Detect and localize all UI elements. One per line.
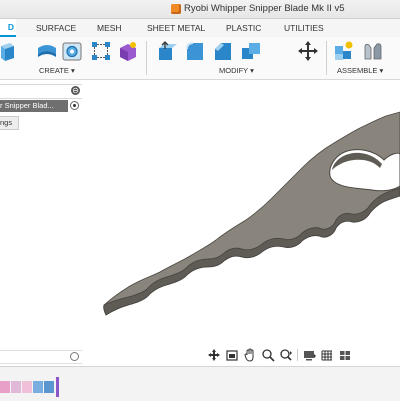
timeline <box>0 366 400 401</box>
tab-plastic[interactable]: PLASTIC <box>226 19 261 37</box>
pan-icon[interactable] <box>241 347 258 363</box>
display-settings-icon[interactable] <box>301 347 318 363</box>
browser-header <box>0 84 82 99</box>
timeline-sketch-icon[interactable] <box>0 381 10 393</box>
grid-settings-icon[interactable] <box>319 347 336 363</box>
look-at-icon[interactable] <box>223 347 240 363</box>
timeline-feature-icon[interactable] <box>44 381 54 393</box>
new-component-icon[interactable] <box>0 40 22 62</box>
joint-icon[interactable] <box>362 40 384 62</box>
active-document-radio[interactable] <box>70 101 79 110</box>
fillet-icon[interactable] <box>184 40 206 62</box>
toolbar: CREATE ▾ MODIFY ▾ ASSEMBLE ▾ <box>0 37 400 80</box>
press-pull-icon[interactable] <box>155 40 177 62</box>
title-bar: Ryobi Whipper Snipper Blade Mk II v5 <box>0 0 400 19</box>
blade-top-face <box>103 111 400 306</box>
zoom-icon[interactable] <box>259 347 276 363</box>
workspace-tabs: D SURFACE MESH SHEET METAL PLASTIC UTILI… <box>0 19 400 37</box>
move-copy-icon[interactable] <box>297 40 319 62</box>
tab-mesh[interactable]: MESH <box>97 19 122 37</box>
create-menu[interactable]: CREATE ▾ <box>39 66 75 75</box>
chamfer-icon[interactable] <box>212 40 234 62</box>
viewports-icon[interactable] <box>337 347 354 363</box>
timeline-sketch-icon[interactable] <box>22 381 32 393</box>
revolve-icon[interactable] <box>61 40 83 62</box>
orbit-icon[interactable] <box>205 347 222 363</box>
toolbar-divider <box>326 41 327 75</box>
design-canvas[interactable] <box>0 80 400 348</box>
toolbar-divider <box>146 41 147 75</box>
browser-settings-item[interactable]: ngs <box>0 116 19 130</box>
comments-add-button[interactable] <box>70 352 79 361</box>
tab-utilities[interactable]: UTILITIES <box>284 19 324 37</box>
timeline-extrude-icon[interactable] <box>33 381 43 393</box>
create-form-icon[interactable] <box>117 40 139 62</box>
timeline-marker[interactable] <box>56 377 59 397</box>
browser-document-item[interactable]: r Snipper Blad... <box>0 100 68 112</box>
navigation-toolbar <box>205 346 363 364</box>
document-cube-icon <box>171 4 181 14</box>
tab-sheet-metal[interactable]: SHEET METAL <box>147 19 205 37</box>
timeline-sketch-icon[interactable] <box>11 381 21 393</box>
assemble-menu[interactable]: ASSEMBLE ▾ <box>337 66 383 75</box>
new-component-assemble-icon[interactable] <box>333 40 355 62</box>
nav-separator <box>297 349 298 361</box>
combine-icon[interactable] <box>240 40 262 62</box>
zoom-window-icon[interactable] <box>277 347 294 363</box>
modify-menu[interactable]: MODIFY ▾ <box>219 66 254 75</box>
document-title: Ryobi Whipper Snipper Blade Mk II v5 <box>184 3 345 14</box>
tab-solid[interactable]: D <box>0 19 16 37</box>
tab-surface[interactable]: SURFACE <box>36 19 76 37</box>
browser-collapse-button[interactable]: ⊖ <box>71 86 80 95</box>
extrude-icon[interactable] <box>36 40 58 62</box>
pattern-icon[interactable] <box>90 40 112 62</box>
